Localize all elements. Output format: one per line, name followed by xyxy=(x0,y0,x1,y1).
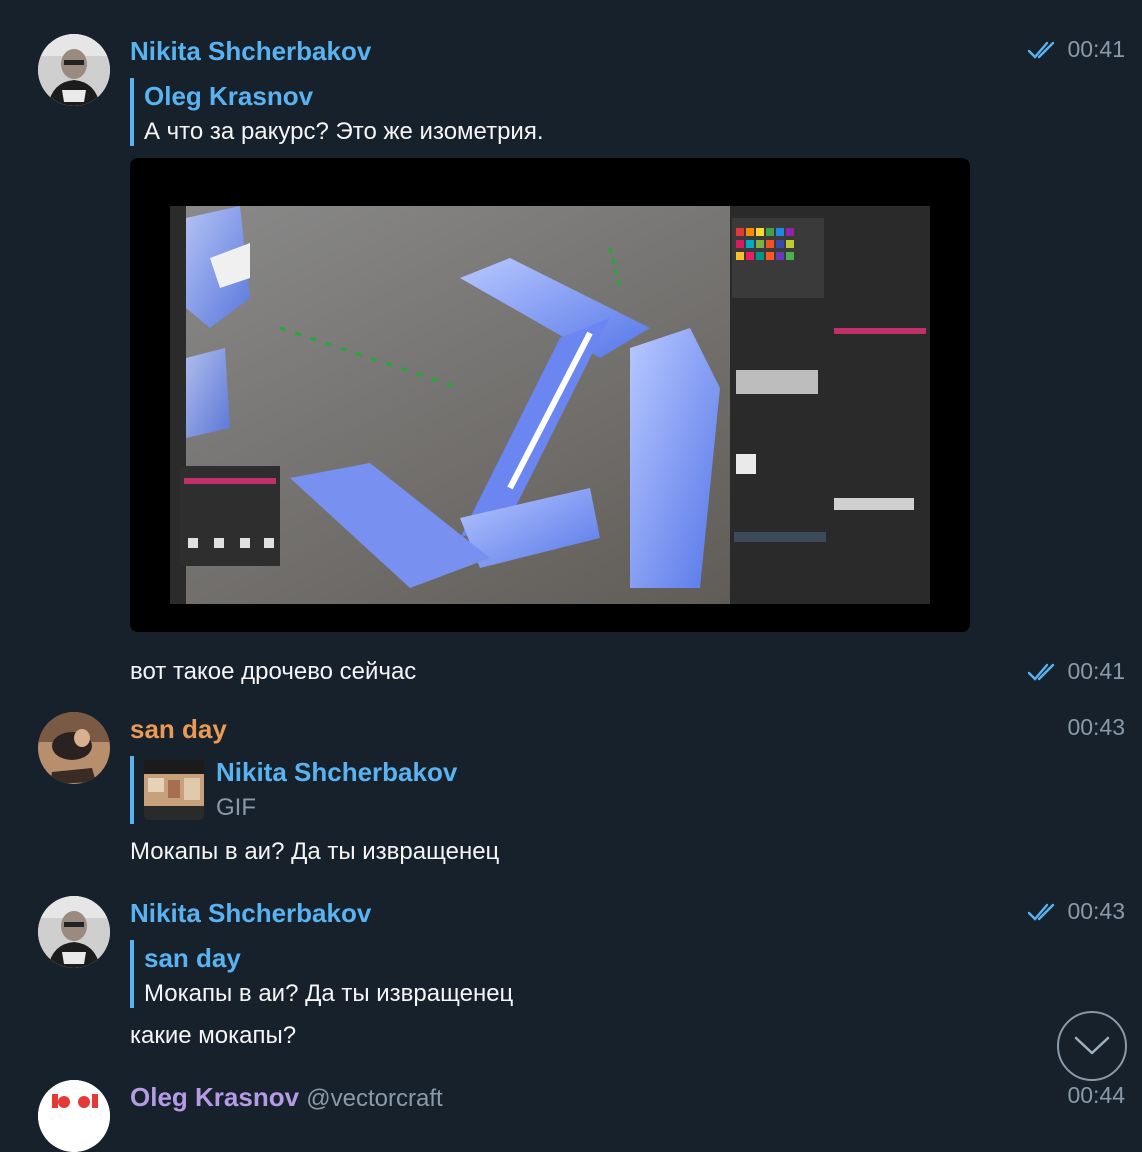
message-text: Мокапы в аи? Да ты извращенец xyxy=(130,838,500,865)
time-label: 00:43 xyxy=(1067,714,1125,740)
avatar[interactable] xyxy=(38,34,110,106)
avatar[interactable] xyxy=(38,712,110,784)
reply-text: Мокапы в аи? Да ты извращенец xyxy=(144,980,514,1007)
message-time: 00:41 xyxy=(1027,658,1125,685)
double-check-icon xyxy=(1028,41,1055,59)
reply-author: Nikita Shcherbakov xyxy=(216,757,458,787)
avatar-logo xyxy=(38,1080,110,1152)
double-check-icon xyxy=(1028,903,1055,921)
reply-text: А что за ракурс? Это же изометрия. xyxy=(144,118,544,145)
double-check-icon xyxy=(1028,663,1055,681)
avatar-photo xyxy=(38,34,110,106)
reply-author: Oleg Krasnov xyxy=(144,81,314,111)
gif-frame-image xyxy=(170,206,930,604)
message-time: 00:43 xyxy=(1027,898,1125,925)
time-label: 00:43 xyxy=(1067,898,1125,924)
sender-name[interactable]: Oleg Krasnov xyxy=(130,1082,299,1112)
message-time: 00:41 xyxy=(1027,36,1125,63)
chevron-down-icon xyxy=(1074,1036,1110,1055)
sender-name[interactable]: san day xyxy=(130,714,227,745)
avatar-photo xyxy=(38,896,110,968)
message-text: вот такое дрочево сейчас xyxy=(130,658,417,685)
sender-username[interactable]: @vectorcraft xyxy=(306,1085,442,1112)
sender-header: Oleg Krasnov @vectorcraft xyxy=(130,1082,443,1113)
time-label: 00:44 xyxy=(1067,1082,1125,1108)
reply-thumbnail xyxy=(144,760,204,820)
reply-quote[interactable]: Oleg Krasnov А что за ракурс? Это же изо… xyxy=(130,78,544,146)
sender-name[interactable]: Nikita Shcherbakov xyxy=(130,898,371,929)
sender-name[interactable]: Nikita Shcherbakov xyxy=(130,36,371,67)
gif-preview[interactable] xyxy=(130,158,970,632)
reply-author: san day xyxy=(144,943,241,973)
avatar[interactable] xyxy=(38,896,110,968)
time-label: 00:41 xyxy=(1067,658,1125,684)
time-label: 00:41 xyxy=(1067,36,1125,62)
reply-quote[interactable]: Nikita Shcherbakov GIF xyxy=(130,756,457,824)
reply-quote[interactable]: san day Мокапы в аи? Да ты извращенец xyxy=(130,940,513,1008)
thumbnail-image xyxy=(144,760,204,820)
message-time: 00:44 xyxy=(1067,1082,1125,1109)
avatar-photo xyxy=(38,712,110,784)
reply-text: GIF xyxy=(216,794,256,821)
scroll-down-button[interactable] xyxy=(1057,1011,1127,1081)
message-time: 00:43 xyxy=(1067,714,1125,741)
avatar[interactable] xyxy=(38,1080,110,1152)
message-text: какие мокапы? xyxy=(130,1022,297,1049)
